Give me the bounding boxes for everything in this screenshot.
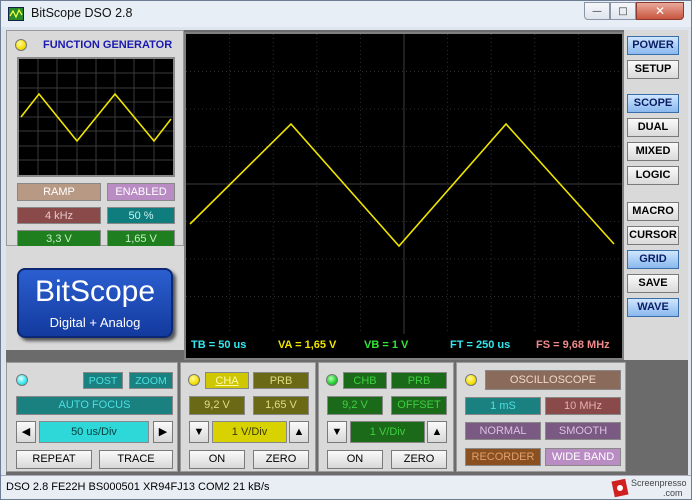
timebase-readout: TB = 50 us (191, 339, 247, 351)
oscilloscope-display[interactable]: TB = 50 us VA = 1,65 V VB = 1 V FT = 250… (184, 32, 624, 360)
channel-a-readout: VA = 1,65 V (278, 339, 337, 351)
maximize-button[interactable]: □ (610, 2, 636, 20)
generator-duty-field[interactable]: 50 % (107, 207, 175, 224)
bitscope-app-icon (8, 7, 24, 21)
generator-amplitude-field[interactable]: 3,3 V (17, 230, 101, 247)
timebase-increase-button[interactable]: ▶ (153, 421, 173, 443)
channel-b-button[interactable]: CHB (343, 372, 387, 389)
down-arrow-icon: ▼ (331, 426, 343, 438)
channel-a-on-button[interactable]: ON (189, 450, 245, 469)
sample-rate-field[interactable]: 10 MHz (545, 397, 621, 415)
up-arrow-icon: ▲ (431, 426, 443, 438)
save-button[interactable]: SAVE (627, 274, 679, 293)
channel-a-led[interactable] (188, 374, 200, 386)
dual-button[interactable]: DUAL (627, 118, 679, 137)
channel-b-scale-dropdown-button[interactable]: ▼ (327, 421, 347, 443)
waveform-ramp-button[interactable]: RAMP (17, 183, 101, 201)
logo-sub-text: Digital + Analog (49, 315, 141, 330)
function-generator-waveform (19, 59, 173, 175)
channel-a-probe-button[interactable]: PRB (253, 372, 309, 389)
channel-a-zero-button[interactable]: ZERO (253, 450, 309, 469)
wide-band-button[interactable]: WIDE BAND (545, 448, 621, 466)
bitscope-logo: BitScope Digital + Analog (17, 268, 173, 338)
logic-button[interactable]: LOGIC (627, 166, 679, 185)
minimize-button[interactable]: — (584, 2, 610, 20)
logo-area: BitScope Digital + Analog (6, 246, 184, 350)
channel-a-panel: CHA PRB 9,2 V 1,65 V ▼ 1 V/Div ▲ ON ZERO (180, 362, 316, 472)
trace-button[interactable]: TRACE (99, 450, 173, 469)
frame-time-readout: FT = 250 us (450, 339, 511, 351)
timebase-panel: POST ZOOM AUTO FOCUS ◀ 50 us/Div ▶ REPEA… (6, 362, 178, 472)
channel-a-offset-field[interactable]: 1,65 V (253, 396, 309, 415)
sample-rate-readout: FS = 9,68 MHz (536, 339, 610, 351)
generator-offset-field[interactable]: 1,65 V (107, 230, 175, 247)
window-title: BitScope DSO 2.8 (31, 6, 133, 20)
close-button[interactable]: ✕ (636, 2, 684, 20)
minimize-icon: — (592, 5, 602, 17)
channel-a-scale-value[interactable]: 1 V/Div (212, 421, 287, 443)
oscilloscope-mode-button[interactable]: OSCILLOSCOPE (485, 370, 621, 390)
wave-button[interactable]: WAVE (627, 298, 679, 317)
watermark-line-2: .com (663, 488, 683, 498)
status-bar: DSO 2.8 FE22H BS000501 XR94FJ13 COM2 21 … (1, 475, 691, 499)
channel-b-readout: VB = 1 V (364, 339, 409, 351)
channel-a-scale-dropdown-button[interactable]: ▼ (189, 421, 209, 443)
generator-enabled-button[interactable]: ENABLED (107, 183, 175, 201)
up-arrow-icon: ▲ (293, 426, 305, 438)
zoom-button[interactable]: ZOOM (129, 372, 173, 389)
scope-button[interactable]: SCOPE (627, 94, 679, 113)
repeat-button[interactable]: REPEAT (16, 450, 92, 469)
left-arrow-icon: ◀ (21, 426, 31, 438)
channel-b-probe-button[interactable]: PRB (391, 372, 447, 389)
app-window: BitScope DSO 2.8 — □ ✕ FUNCTION GENERATO… (0, 0, 692, 500)
function-generator-led[interactable] (15, 39, 27, 51)
macro-button[interactable]: MACRO (627, 202, 679, 221)
scope-readouts: TB = 50 us VA = 1,65 V VB = 1 V FT = 250… (186, 335, 622, 357)
timebase-decrease-button[interactable]: ◀ (16, 421, 36, 443)
watermark-line-1: Screenpresso (631, 478, 687, 488)
normal-button[interactable]: NORMAL (465, 422, 541, 440)
channel-b-led[interactable] (326, 374, 338, 386)
power-button[interactable]: POWER (627, 36, 679, 55)
cursor-button[interactable]: CURSOR (627, 226, 679, 245)
generator-frequency-field[interactable]: 4 kHz (17, 207, 101, 224)
right-arrow-icon: ▶ (158, 426, 168, 438)
channel-b-scale-value[interactable]: 1 V/Div (350, 421, 425, 443)
function-generator-panel: FUNCTION GENERATOR RAMP ENABLED 4 kHz 50… (6, 30, 184, 247)
acquisition-led[interactable] (465, 374, 477, 386)
auto-focus-button[interactable]: AUTO FOCUS (16, 396, 173, 415)
close-icon: ✕ (654, 4, 666, 18)
recorder-button[interactable]: RECORDER (465, 448, 541, 466)
channel-b-zero-button[interactable]: ZERO (391, 450, 447, 469)
status-text: DSO 2.8 FE22H BS000501 XR94FJ13 COM2 21 … (6, 481, 270, 493)
channel-b-offset-button[interactable]: OFFSET (391, 396, 447, 415)
function-generator-title: FUNCTION GENERATOR (43, 39, 173, 51)
channel-b-panel: CHB PRB 9,2 V OFFSET ▼ 1 V/Div ▲ ON ZERO (318, 362, 454, 472)
down-arrow-icon: ▼ (193, 426, 205, 438)
function-generator-preview (17, 57, 175, 177)
timebase-led[interactable] (16, 374, 28, 386)
smooth-button[interactable]: SMOOTH (545, 422, 621, 440)
channel-a-range-field[interactable]: 9,2 V (189, 396, 245, 415)
post-button[interactable]: POST (83, 372, 123, 389)
grid-button[interactable]: GRID (627, 250, 679, 269)
title-bar: BitScope DSO 2.8 — □ ✕ (1, 1, 691, 27)
duration-field[interactable]: 1 mS (465, 397, 541, 415)
channel-b-range-field[interactable]: 9,2 V (327, 396, 383, 415)
screenpresso-watermark: Screenpresso .com (611, 477, 689, 499)
mixed-button[interactable]: MIXED (627, 142, 679, 161)
timebase-value[interactable]: 50 us/Div (39, 421, 149, 443)
maximize-icon: □ (618, 5, 628, 17)
client-area: FUNCTION GENERATOR RAMP ENABLED 4 kHz 50… (6, 30, 688, 475)
channel-a-scale-up-button[interactable]: ▲ (289, 421, 309, 443)
channel-a-button[interactable]: CHA (205, 372, 249, 389)
scope-graticule (186, 34, 622, 334)
channel-b-scale-up-button[interactable]: ▲ (427, 421, 447, 443)
logo-main-text: BitScope (34, 275, 156, 308)
acquisition-mode-panel: OSCILLOSCOPE 1 mS 10 MHz NORMAL SMOOTH R… (456, 362, 626, 472)
setup-button[interactable]: SETUP (627, 60, 679, 79)
channel-b-on-button[interactable]: ON (327, 450, 383, 469)
